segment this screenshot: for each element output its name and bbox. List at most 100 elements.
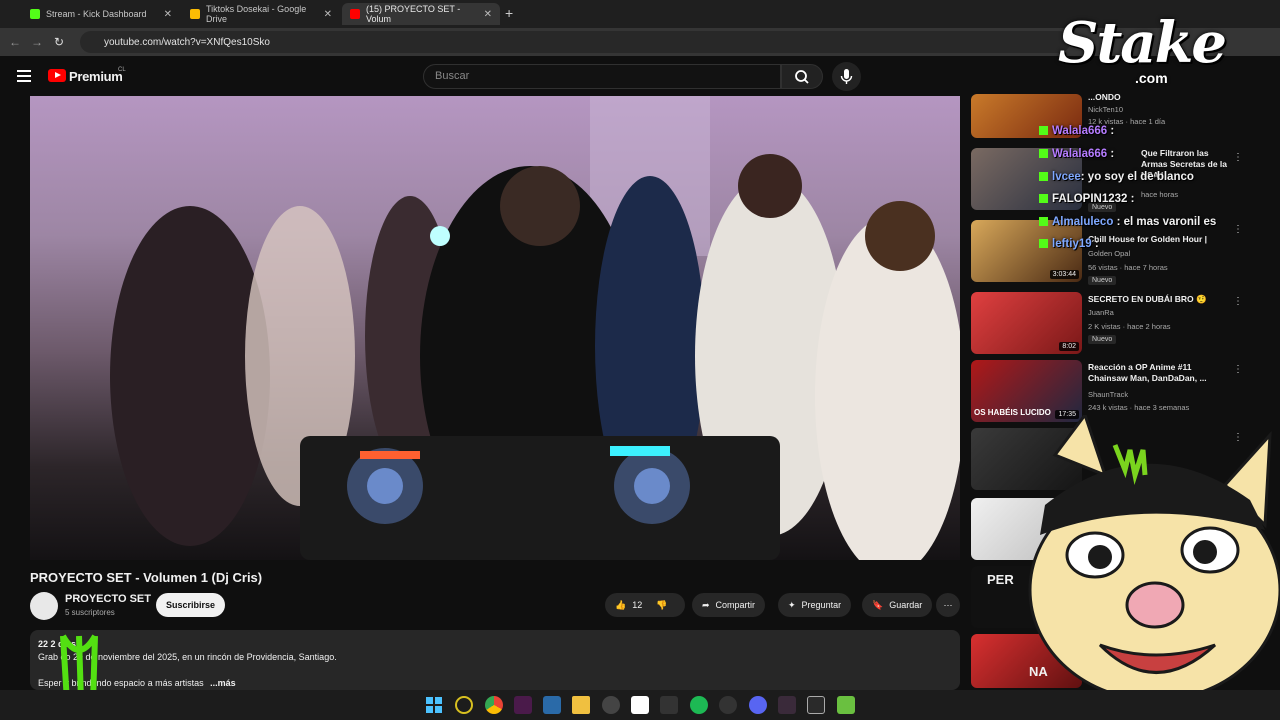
- description-line: Grab do 29 de noviembre del 2025, en un …: [38, 652, 337, 662]
- address-bar[interactable]: youtube.com/watch?v=XNfQes10Sko: [80, 31, 1070, 53]
- more-options-icon[interactable]: ⋮: [1233, 224, 1243, 235]
- back-icon[interactable]: ←: [4, 35, 26, 49]
- search-button[interactable]: [781, 64, 823, 89]
- dislike-icon[interactable]: 👎: [656, 600, 667, 611]
- recommendation-channel[interactable]: JuanRa: [1088, 308, 1114, 317]
- new-tab-button[interactable]: +: [505, 5, 513, 21]
- recommendation-title[interactable]: Reacción a OP Anime #11 Chainsaw Man, Da…: [1088, 362, 1222, 384]
- subscriber-count: 5 suscriptores: [65, 608, 115, 617]
- subscribe-button[interactable]: Suscribirse: [156, 593, 225, 617]
- video-thumbnail[interactable]: 3:03:44: [971, 220, 1082, 282]
- recommendation-item[interactable]: 8:02 SECRETO EN DUBÁI BRO 🤨 JuanRa 2 K v…: [971, 292, 1251, 356]
- search-input[interactable]: Buscar: [423, 64, 781, 89]
- obs-icon[interactable]: [602, 696, 620, 714]
- voice-search-button[interactable]: [832, 62, 861, 91]
- more-actions-button[interactable]: ⋯: [936, 593, 960, 617]
- steam-icon[interactable]: [719, 696, 737, 714]
- youtube-icon: [350, 9, 360, 19]
- tab-google-drive[interactable]: Tiktoks Dosekai - Google Drive ✕: [182, 3, 340, 25]
- video-player[interactable]: [30, 96, 960, 560]
- file-explorer-icon[interactable]: [572, 696, 590, 714]
- windows-start-icon[interactable]: [425, 696, 443, 714]
- hamburger-menu-icon[interactable]: [17, 70, 31, 85]
- kick-badge-icon: [1039, 217, 1048, 226]
- more-options-icon[interactable]: ⋮: [1233, 296, 1243, 307]
- discord-icon[interactable]: [749, 696, 767, 714]
- kick-badge-icon: [1039, 194, 1048, 203]
- recommendation-item[interactable]: 3:03:44 Chill House for Golden Hour | Go…: [971, 220, 1251, 285]
- minecraft-icon[interactable]: [837, 696, 855, 714]
- chat-message: Almaluleco : el mas varonil es: [1039, 216, 1216, 228]
- close-tab-icon[interactable]: ✕: [324, 9, 332, 20]
- video-thumbnail[interactable]: OS HABÉIS LUCIDO 17:35: [971, 360, 1082, 422]
- chat-message: leftiy19 :: [1039, 238, 1099, 250]
- kick-badge-icon: [1039, 172, 1048, 181]
- chat-message: FALOPIN1232 :: [1039, 193, 1134, 205]
- forward-icon[interactable]: →: [26, 35, 48, 49]
- streamer-cat-avatar: [1028, 415, 1280, 690]
- reload-icon[interactable]: ↻: [48, 35, 70, 49]
- video-description[interactable]: 22 2 días Grab do 29 de noviembre del 20…: [30, 630, 960, 690]
- bookmark-icon: 🔖: [872, 599, 884, 610]
- tab-title: Tiktoks Dosekai - Google Drive: [206, 4, 307, 24]
- recommendation-channel[interactable]: ShaunTrack: [1088, 390, 1128, 399]
- more-options-icon[interactable]: ⋮: [1233, 152, 1243, 163]
- tab-youtube-active[interactable]: (15) PROYECTO SET - Volum ✕: [342, 3, 500, 25]
- app-icon[interactable]: [660, 696, 678, 714]
- recommendation-meta: hace horas: [1141, 190, 1179, 199]
- share-button[interactable]: ➦ Compartir: [692, 593, 766, 617]
- like-dislike-group: 👍 12 👎: [605, 593, 685, 617]
- search-icon: [795, 70, 809, 84]
- more-options-icon[interactable]: ⋮: [1233, 364, 1243, 375]
- youtube-premium-logo[interactable]: Premium: [69, 69, 123, 84]
- share-label: Compartir: [715, 600, 756, 610]
- google-drive-icon: [190, 9, 200, 19]
- capcut-icon[interactable]: [631, 696, 649, 714]
- kick-icon: [30, 9, 40, 19]
- description-line: Esper ir brindando espacio a más artista…: [38, 678, 236, 688]
- youtube-logo-icon[interactable]: [48, 69, 66, 82]
- recommendation-channel[interactable]: Golden Opal: [1088, 249, 1130, 258]
- channel-avatar[interactable]: [30, 592, 58, 620]
- tab-title: (15) PROYECTO SET - Volum: [366, 4, 461, 24]
- like-count[interactable]: 12: [632, 600, 642, 610]
- close-tab-icon[interactable]: ✕: [164, 9, 172, 20]
- recommendation-title[interactable]: ...ONDO: [1088, 92, 1222, 103]
- app-icon[interactable]: [543, 696, 561, 714]
- channel-name[interactable]: PROYECTO SET: [65, 593, 151, 605]
- stake-logo-domain: .com: [1135, 70, 1168, 86]
- more-icon: ⋯: [943, 599, 953, 610]
- recommendation-title[interactable]: Chill House for Golden Hour |: [1088, 234, 1222, 245]
- kick-badge-icon: [1039, 149, 1048, 158]
- like-icon[interactable]: 👍: [615, 600, 626, 611]
- kick-badge-icon: [1039, 126, 1048, 135]
- ask-label: Preguntar: [801, 600, 842, 610]
- video-title: PROYECTO SET - Volumen 1 (Dj Cris): [30, 570, 263, 585]
- recommendation-meta: 243 k vistas · hace 3 semanas: [1088, 403, 1190, 412]
- save-button[interactable]: 🔖 Guardar: [862, 593, 933, 617]
- video-duration: 8:02: [1059, 342, 1079, 351]
- tab-title: Stream - Kick Dashboard: [46, 9, 147, 19]
- close-tab-icon[interactable]: ✕: [484, 9, 492, 20]
- recommendation-title[interactable]: SECRETO EN DUBÁI BRO 🤨: [1088, 294, 1222, 305]
- chat-message: Walala666 :: [1039, 125, 1114, 137]
- capcut-active-icon[interactable]: [807, 696, 825, 714]
- thumbnail-caption: PER: [987, 572, 1014, 587]
- chrome-icon[interactable]: [485, 696, 503, 714]
- recommendation-channel[interactable]: NickTen10: [1088, 105, 1123, 114]
- new-badge: Nuevo: [1088, 335, 1117, 344]
- chat-message: Walala666 :: [1039, 148, 1114, 160]
- stake-logo: Stake: [1058, 10, 1227, 76]
- tab-kick-dashboard[interactable]: Stream - Kick Dashboard ✕: [22, 3, 180, 25]
- spotify-icon[interactable]: [690, 696, 708, 714]
- kick-badge-icon: [1039, 239, 1048, 248]
- show-more-link[interactable]: ...más: [210, 678, 236, 688]
- search-taskbar-icon[interactable]: [455, 696, 473, 714]
- app-icon[interactable]: [778, 696, 796, 714]
- video-thumbnail[interactable]: 8:02: [971, 292, 1082, 354]
- recommendation-meta: 2 K vistas · hace 2 horas: [1088, 322, 1171, 331]
- vegas-icon[interactable]: [514, 696, 532, 714]
- url-text: youtube.com/watch?v=XNfQes10Sko: [104, 36, 270, 48]
- sparkle-icon: ✦: [788, 599, 796, 610]
- ask-button[interactable]: ✦ Preguntar: [778, 593, 852, 617]
